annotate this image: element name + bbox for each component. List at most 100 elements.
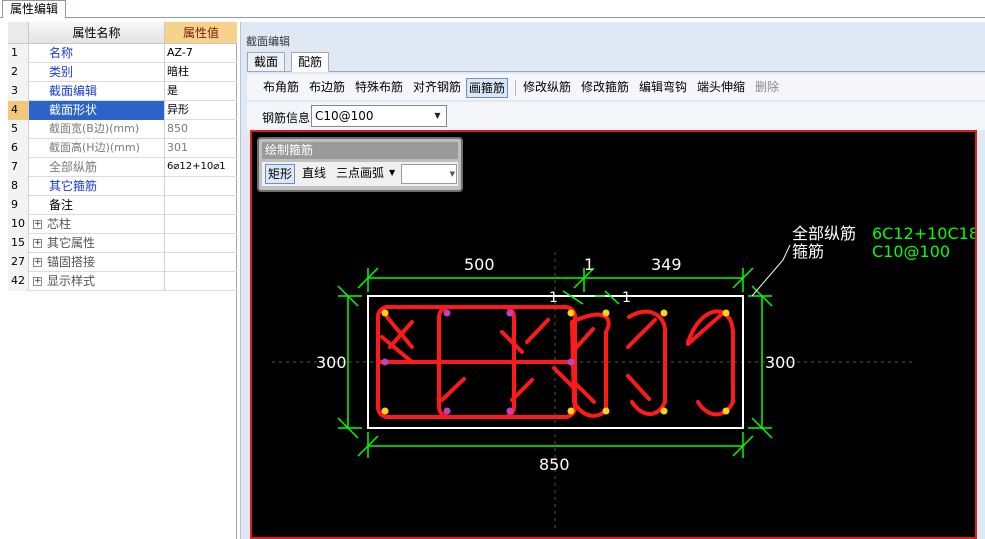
delete-button[interactable]: 删除 — [753, 78, 781, 98]
row-number: 42 — [8, 272, 29, 291]
row-number: 4 — [8, 101, 29, 120]
property-name: 备注 — [29, 196, 165, 215]
property-row[interactable]: 7 全部纵筋 6⌀12+10⌀1 — [8, 158, 237, 177]
tab-section[interactable]: 截面 — [247, 52, 286, 72]
property-group-row[interactable]: 15 + 其它属性 — [8, 234, 237, 253]
chevron-down-icon[interactable]: ▼ — [450, 166, 455, 182]
dim-300-left: 300 — [316, 353, 347, 372]
property-group-label: 其它属性 — [47, 236, 96, 250]
toolbar-separator — [515, 80, 516, 96]
rebar-toolbar: 布角筋 布边筋 特殊布筋 对齐钢筋 画箍筋 修改纵筋 修改箍筋 编辑弯钩 端头伸… — [247, 74, 985, 100]
property-value[interactable]: 850 — [165, 120, 237, 139]
row-number: 2 — [8, 63, 29, 82]
row-number: 8 — [8, 177, 29, 196]
property-value[interactable]: 是 — [165, 82, 237, 101]
value-long-bars: 6C12+10C18 — [872, 224, 977, 243]
property-row[interactable]: 8 其它箍筋 — [8, 177, 237, 196]
property-value[interactable]: AZ-7 — [165, 44, 237, 63]
property-group[interactable]: + 芯柱 — [29, 215, 165, 234]
draw-option-select[interactable]: ▼ — [401, 164, 457, 184]
value-stirrup: C10@100 — [872, 242, 950, 261]
property-row[interactable]: 6 截面高(H边)(mm) 301 — [8, 139, 237, 158]
property-row-selected[interactable]: 4 截面形状 异形 — [8, 101, 237, 120]
property-value — [165, 215, 237, 234]
property-group-row[interactable]: 10 + 芯柱 — [8, 215, 237, 234]
expand-icon[interactable]: + — [33, 220, 42, 229]
dim-1-top: 1 — [584, 255, 594, 274]
dim-349: 349 — [651, 255, 682, 274]
property-value[interactable] — [165, 196, 237, 215]
property-grid: 属性名称 属性值 1 名称 AZ-7 2 类别 暗柱 3 截面编辑 是 4 截面… — [8, 22, 237, 539]
rebar-info-label: 钢筋信息 — [262, 111, 311, 125]
dim-1-right: 1 — [622, 290, 631, 306]
tab-rebar[interactable]: 配筋 — [291, 52, 330, 72]
rebar-info-select[interactable]: C10@100 ▼ — [311, 105, 447, 127]
row-number: 27 — [8, 253, 29, 272]
draw-rectangle-button[interactable]: 矩形 — [265, 164, 296, 184]
draw-arc-button[interactable]: 三点画弧 — [334, 164, 386, 184]
property-name: 名称 — [29, 44, 165, 63]
dim-850: 850 — [539, 455, 570, 474]
property-value[interactable] — [165, 177, 237, 196]
editor-tabbar: 截面 配筋 — [247, 52, 985, 72]
property-row[interactable]: 1 名称 AZ-7 — [8, 44, 237, 63]
property-row[interactable]: 2 类别 暗柱 — [8, 63, 237, 82]
special-bar-button[interactable]: 特殊布筋 — [353, 78, 405, 98]
draw-line-button[interactable]: 直线 — [300, 164, 328, 184]
modify-stirrup-button[interactable]: 修改箍筋 — [579, 78, 631, 98]
property-value[interactable]: 异形 — [165, 101, 237, 120]
property-value[interactable]: 6⌀12+10⌀1 — [165, 158, 237, 177]
chevron-down-icon[interactable]: ▼ — [387, 164, 397, 184]
end-stretch-button[interactable]: 端头伸缩 — [695, 78, 747, 98]
property-value[interactable]: 暗柱 — [165, 63, 237, 82]
property-row[interactable]: 5 截面宽(B边)(mm) 850 — [8, 120, 237, 139]
property-group-row[interactable]: 27 + 锚固搭接 — [8, 253, 237, 272]
property-row[interactable]: 9 备注 — [8, 196, 237, 215]
chevron-down-icon[interactable]: ▼ — [430, 107, 445, 125]
row-number: 15 — [8, 234, 29, 253]
expand-icon[interactable]: + — [33, 239, 42, 248]
expand-icon[interactable]: + — [33, 258, 42, 267]
row-number: 7 — [8, 158, 29, 177]
dimension-labels: 500 1 349 1 1 300 300 850 — [316, 255, 796, 474]
label-stirrup: 箍筋 — [792, 242, 824, 261]
row-number: 5 — [8, 120, 29, 139]
property-group[interactable]: + 其它属性 — [29, 234, 165, 253]
property-group-label: 锚固搭接 — [47, 255, 96, 269]
property-group-row[interactable]: 42 + 显示样式 — [8, 272, 237, 291]
rebar-annotation: 全部纵筋 箍筋 6C12+10C18 C10@100 — [792, 224, 977, 261]
column-header-name: 属性名称 — [29, 22, 165, 44]
row-number: 9 — [8, 196, 29, 215]
property-name: 截面宽(B边)(mm) — [29, 120, 165, 139]
dim-1-left: 1 — [549, 290, 558, 306]
drawing-canvas[interactable]: 500 1 349 1 1 300 300 850 全部纵筋 箍筋 6C12+1… — [250, 130, 977, 539]
property-value — [165, 253, 237, 272]
modify-long-bar-button[interactable]: 修改纵筋 — [521, 78, 573, 98]
property-name: 其它箍筋 — [29, 177, 165, 196]
tab-property-editor[interactable]: 属性编辑 — [2, 0, 67, 18]
row-number-header — [8, 22, 29, 44]
draw-stirrup-panel: 绘制箍筋 矩形 直线 三点画弧 ▼ ▼ — [257, 137, 463, 192]
property-name: 截面形状 — [29, 101, 165, 120]
corner-bar-button[interactable]: 布角筋 — [261, 78, 301, 98]
row-number: 10 — [8, 215, 29, 234]
property-group[interactable]: + 显示样式 — [29, 272, 165, 291]
align-bar-button[interactable]: 对齐钢筋 — [411, 78, 463, 98]
edge-bar-button[interactable]: 布边筋 — [307, 78, 347, 98]
rebar-info-bar: 钢筋信息 C10@100 ▼ — [247, 102, 985, 130]
property-value[interactable]: 301 — [165, 139, 237, 158]
dim-300-right: 300 — [765, 353, 796, 372]
section-drawing: 500 1 349 1 1 300 300 850 全部纵筋 箍筋 6C12+1… — [272, 224, 977, 532]
top-tab-strip: 属性编辑 — [0, 0, 985, 18]
expand-icon[interactable]: + — [33, 277, 42, 286]
property-group[interactable]: + 锚固搭接 — [29, 253, 165, 272]
row-number: 1 — [8, 44, 29, 63]
property-group-label: 芯柱 — [47, 217, 72, 231]
section-editor-panel: 截面编辑 截面 配筋 布角筋 布边筋 特殊布筋 对齐钢筋 画箍筋 修改纵筋 修改… — [240, 22, 985, 539]
edit-hook-button[interactable]: 编辑弯钩 — [637, 78, 689, 98]
property-grid-header: 属性名称 属性值 — [8, 22, 237, 44]
editor-title: 截面编辑 — [246, 35, 290, 48]
draw-stirrup-button[interactable]: 画箍筋 — [466, 78, 509, 98]
property-name: 类别 — [29, 63, 165, 82]
property-row[interactable]: 3 截面编辑 是 — [8, 82, 237, 101]
